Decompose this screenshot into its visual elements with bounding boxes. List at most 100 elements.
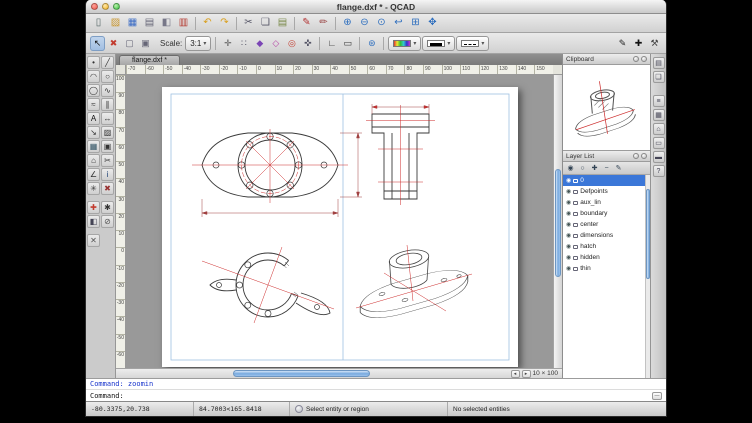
layer-lock-icon[interactable] [573,245,578,249]
print-button[interactable]: ▤ [141,15,158,32]
clipboard-toggle[interactable]: ❏ [653,71,665,83]
select-previous-button[interactable]: ▢ [122,36,137,51]
redo-button[interactable]: ↷ [216,15,233,32]
layer-visibility-icon[interactable]: ◉ [566,243,571,250]
panel-close-icon[interactable] [641,153,647,159]
save-button[interactable]: ▦ [124,15,141,32]
spline-tool-button[interactable]: ∿ [101,84,114,97]
layer-row-thin[interactable]: ◉thin [563,263,650,274]
layer-visibility-icon[interactable]: ◉ [566,177,571,184]
ellipse-tool-button[interactable]: ◯ [87,84,100,97]
vertical-scrollbar-thumb[interactable] [555,169,561,277]
close-window-button[interactable] [91,3,98,10]
layer-lock-icon[interactable] [573,179,578,183]
layer-hide-all-button[interactable]: ○ [577,163,588,174]
zoom-previous-button[interactable]: ↩ [390,15,407,32]
restrict-off-button[interactable]: ▭ [340,36,355,51]
layer-row-boundary[interactable]: ◉boundary [563,208,650,219]
layer-row-Defpoints[interactable]: ◉Defpoints [563,186,650,197]
deselect-all-button[interactable]: ✖ [106,36,121,51]
polyline-tool-button[interactable]: ≈ [87,98,100,111]
command-options-button[interactable]: — [652,392,662,400]
zoom-selection-button[interactable]: ⊛ [364,36,379,51]
layer-scrollbar-thumb[interactable] [646,189,650,278]
explode-tool-button[interactable]: ✳ [87,182,100,195]
delete-tool-button[interactable]: ✖ [101,182,114,195]
edit-drawing-button[interactable]: ✏ [315,15,332,32]
snap-grid-button[interactable]: ∷ [236,36,251,51]
library-tool-button[interactable]: ⌂ [87,154,100,167]
layer-visibility-icon[interactable]: ◉ [566,199,571,206]
command-line-toggle[interactable]: ▭ [653,137,665,149]
print-preview-button[interactable]: ◧ [158,15,175,32]
new-file-button[interactable]: ▯ [90,15,107,32]
layer-row-dimensions[interactable]: ◉dimensions [563,230,650,241]
zoom-auto-button[interactable]: ⊙ [373,15,390,32]
misc-tool-button[interactable]: ◧ [87,215,100,228]
zoom-pan-button[interactable]: ✥ [424,15,441,32]
snap-free-button[interactable]: ✛ [220,36,235,51]
layer-lock-icon[interactable] [573,267,578,271]
modify-tool-button[interactable]: ✂ [101,154,114,167]
offset-tool-button[interactable]: ∥ [101,98,114,111]
pdf-export-button[interactable]: ▥ [175,15,192,32]
grid-increase-button[interactable]: ▸ [522,370,531,378]
zoom-in-button[interactable]: ⊕ [339,15,356,32]
panel-detach-icon[interactable] [633,56,639,62]
panel-close-icon[interactable] [641,56,647,62]
layer-row-center[interactable]: ◉center [563,219,650,230]
zoom-window-button-mac[interactable] [113,3,120,10]
draw-pencil-button[interactable]: ✎ [298,15,315,32]
layer-list-toggle[interactable]: ≡ [653,95,665,107]
panel-detach-icon[interactable] [633,153,639,159]
layer-visibility-icon[interactable]: ◉ [566,221,571,228]
edit-red-tool-button[interactable]: ✚ [87,201,100,214]
library-browser-toggle[interactable]: ⌂ [653,123,665,135]
circle-tool-button[interactable]: ○ [101,70,114,83]
layer-visibility-icon[interactable]: ◉ [566,188,571,195]
snap-endpoint-button[interactable]: ◆ [252,36,267,51]
layer-panel-titlebar[interactable]: Layer List [563,151,650,162]
layer-lock-icon[interactable] [573,223,578,227]
tools-button[interactable]: ⚒ [647,36,662,51]
cancel-tool-button[interactable]: ✕ [87,234,100,247]
snap-middle-button[interactable]: ◇ [268,36,283,51]
lineweight-combo[interactable]: ▾ [422,36,455,51]
paste-button[interactable]: ▤ [274,15,291,32]
layer-edit-button[interactable]: ✎ [613,163,624,174]
titlebar[interactable]: flange.dxf * - QCAD [86,0,666,14]
layer-visibility-icon[interactable]: ◉ [566,254,571,261]
layer-visibility-icon[interactable]: ◉ [566,265,571,272]
arc-tool-button[interactable]: ◠ [87,70,100,83]
layer-lock-icon[interactable] [573,234,578,238]
drawing-canvas[interactable] [126,75,553,368]
dimension-tool-button[interactable]: ↔ [101,112,114,125]
cut-button[interactable]: ✂ [240,15,257,32]
snap-intersection-button[interactable]: ✜ [300,36,315,51]
help-toggle[interactable]: ? [653,165,665,177]
layer-visibility-icon[interactable]: ◉ [566,232,571,239]
point-tool-button[interactable]: • [87,56,100,69]
horizontal-scrollbar-thumb[interactable] [233,370,370,377]
text-tool-button[interactable]: A [87,112,100,125]
zoom-window-button[interactable]: ⊞ [407,15,424,32]
scale-combo[interactable]: 3:1 ▾ [185,36,211,51]
vertical-scrollbar[interactable] [553,75,562,368]
layer-lock-icon[interactable] [573,201,578,205]
layer-add-button[interactable]: ✚ [589,163,600,174]
info-tool-button[interactable]: i [101,168,114,181]
snap-center-button[interactable]: ◎ [284,36,299,51]
document-tab[interactable]: flange.dxf * [119,55,180,65]
property-editor-toggle[interactable]: ▤ [653,57,665,69]
open-file-button[interactable]: ▨ [107,15,124,32]
copy-button[interactable]: ❏ [257,15,274,32]
layer-scrollbar[interactable] [645,175,650,378]
measure-tool-button[interactable]: ∠ [87,168,100,181]
layer-row-0[interactable]: ◉0 [563,175,650,186]
linetype-combo[interactable]: ▾ [456,36,489,51]
edit-properties-button[interactable]: ✎ [615,36,630,51]
restrict-orthogonal-button[interactable]: ∟ [324,36,339,51]
zoom-out-button[interactable]: ⊖ [356,15,373,32]
layer-row-aux_lin[interactable]: ◉aux_lin [563,197,650,208]
line-tool-button[interactable]: ╱ [101,56,114,69]
